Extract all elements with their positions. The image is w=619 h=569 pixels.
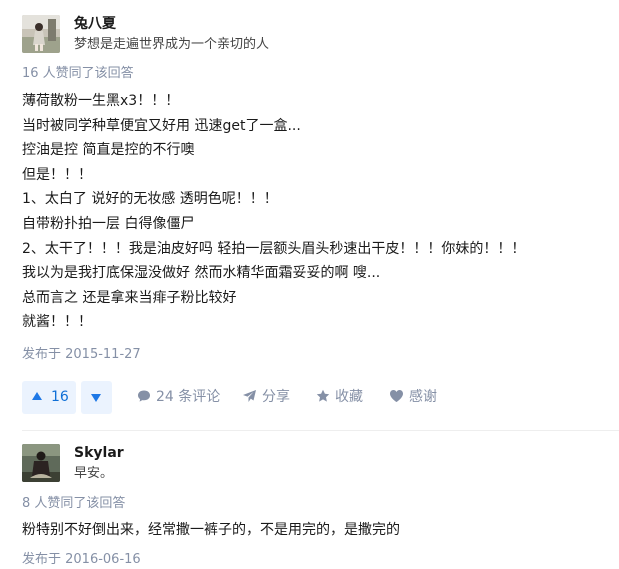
answer-paragraph: 总而言之 还是拿来当痱子粉比较好	[22, 289, 237, 306]
avatar[interactable]	[22, 15, 60, 53]
answer-paragraph: 粉特别不好倒出来，经常撒一裤子的，不是用完的，是撒完的	[22, 522, 400, 538]
downvote-triangle-icon	[91, 394, 101, 402]
share-button[interactable]: 分享	[242, 381, 290, 414]
answer-content: 粉特别不好倒出来，经常撒一裤子的，不是用完的，是撒完的	[22, 518, 400, 543]
avatar[interactable]	[22, 444, 60, 482]
answer-paragraph: 但是！！！	[22, 166, 92, 183]
author-bio: 早安。	[74, 466, 114, 481]
answer-divider	[22, 430, 619, 431]
author-name[interactable]: 兔八夏	[74, 15, 116, 33]
answer-paragraph: 2、太干了！！！我是油皮好吗 轻拍一层额头眉头秒速出干皮！！！你妹的！！！	[22, 240, 526, 257]
share-icon	[243, 389, 256, 402]
answer-paragraph: 我以为是我打底保湿没做好 然而水精华面霜妥妥的啊 嗖...	[22, 265, 381, 282]
author-name[interactable]: Skylar	[74, 444, 124, 462]
upvote-button[interactable]: 16	[22, 381, 76, 414]
answer-paragraph: 就酱！！！	[22, 314, 92, 331]
answer-paragraph: 当时被同学种草便宜又好用 迅速get了一盒...	[22, 117, 301, 134]
author-info: 兔八夏 梦想是走遍世界成为一个亲切的人	[22, 15, 602, 55]
comments-label: 24 条评论	[156, 389, 221, 405]
answer-paragraph: 自带粉扑拍一层 白得像僵尸	[22, 215, 195, 232]
answer-paragraph: 薄荷散粉一生黑x3！！！	[22, 93, 180, 109]
upvote-count: 16	[51, 389, 69, 405]
thanks-label: 感谢	[409, 389, 437, 405]
thanks-button[interactable]: 感谢	[389, 381, 437, 414]
author-bio: 梦想是走遍世界成为一个亲切的人	[74, 37, 270, 52]
downvote-button[interactable]	[81, 381, 112, 414]
upvote-info: 16 人赞同了该回答	[22, 66, 134, 81]
answer-content: 薄荷散粉一生黑x3！！！ 当时被同学种草便宜又好用 迅速get了一盒... 控油…	[22, 89, 525, 335]
answer-paragraph: 1、太白了 说好的无妆感 透明色呢！！！	[22, 191, 278, 208]
heart-icon	[390, 389, 403, 402]
favorite-button[interactable]: 收藏	[316, 381, 363, 414]
upvote-info: 8 人赞同了该回答	[22, 496, 126, 511]
publish-date[interactable]: 发布于 2015-11-27	[22, 346, 141, 364]
publish-date[interactable]: 发布于 2016-06-16	[22, 551, 141, 569]
answer-actions: 16 24 条评论 分享 收藏 感谢	[22, 381, 602, 414]
upvote-triangle-icon	[32, 392, 42, 400]
share-label: 分享	[262, 389, 290, 405]
favorite-label: 收藏	[335, 389, 363, 405]
author-info: Skylar 早安。	[22, 444, 602, 484]
star-icon	[316, 389, 330, 402]
answer-paragraph: 控油是控 简直是控的不行噢	[22, 142, 195, 159]
comments-button[interactable]: 24 条评论	[137, 381, 220, 414]
comment-icon	[138, 390, 150, 402]
